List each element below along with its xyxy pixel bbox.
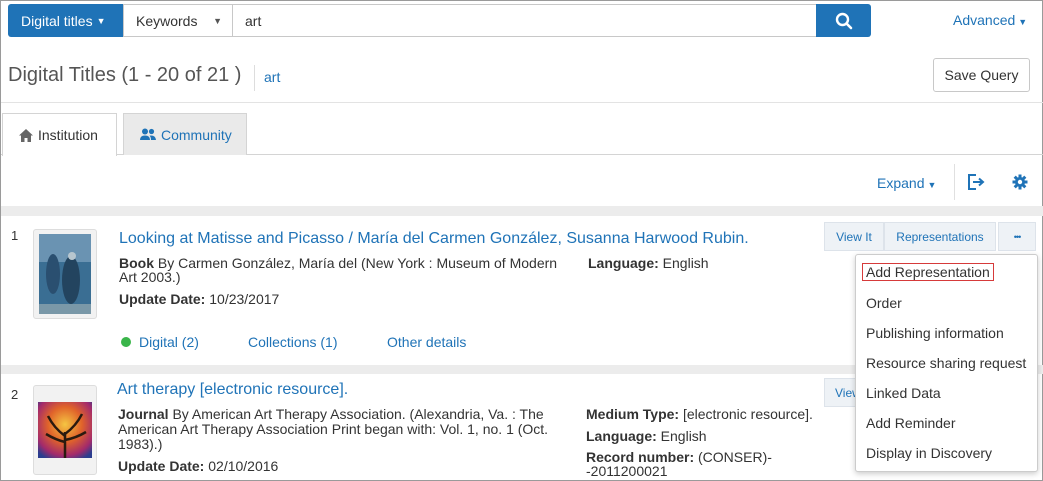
separator-band	[1, 206, 1043, 216]
page-title: Digital Titles (1 - 20 of 21 )	[8, 64, 242, 86]
medium-type-label: Medium Type:	[586, 406, 680, 422]
caret-down-icon: ▼	[213, 15, 222, 26]
tab-label: Institution	[38, 127, 98, 143]
other-details-link[interactable]: Other details	[387, 334, 466, 350]
gear-icon[interactable]	[1012, 174, 1028, 193]
tab-institution[interactable]: Institution	[2, 113, 117, 156]
language: Language: English	[588, 255, 709, 271]
tab-community[interactable]: Community	[123, 113, 247, 155]
update-date-label: Update Date:	[119, 291, 206, 307]
save-query-button[interactable]: Save Query	[933, 58, 1030, 92]
advanced-label: Advanced	[953, 12, 1016, 28]
tab-label: Community	[161, 126, 232, 143]
update-date: Update Date: 10/23/2017	[119, 291, 279, 307]
caret-down-icon: ▼	[96, 15, 106, 26]
divider	[254, 65, 255, 91]
language: Language: English	[586, 428, 707, 444]
format-type: Journal	[118, 406, 169, 422]
result-title-link[interactable]: Looking at Matisse and Picasso / María d…	[119, 230, 749, 248]
advanced-search-link[interactable]: Advanced ▼	[953, 12, 1027, 28]
representations-button[interactable]: Representations	[884, 222, 996, 251]
query-tag-link[interactable]: art	[264, 69, 280, 85]
search-input[interactable]	[232, 4, 817, 37]
book-cover-image	[39, 234, 91, 314]
result-index: 1	[11, 228, 19, 243]
result-thumbnail[interactable]	[33, 229, 97, 319]
divider	[954, 164, 955, 200]
search-icon	[835, 12, 852, 29]
search-field-label: Keywords	[136, 12, 198, 29]
expand-dropdown[interactable]: Expand ▼	[877, 175, 936, 191]
menu-item-linked-data[interactable]: Linked Data	[866, 385, 941, 401]
expand-label: Expand	[877, 175, 925, 191]
medium-type-value: [electronic resource].	[679, 406, 813, 422]
more-actions-button[interactable]: •••	[998, 222, 1036, 251]
menu-item-resource-sharing-request[interactable]: Resource sharing request	[866, 355, 1026, 371]
menu-item-display-in-discovery[interactable]: Display in Discovery	[866, 445, 992, 461]
home-icon	[19, 128, 33, 142]
divider	[1, 102, 1043, 103]
language-label: Language:	[586, 428, 657, 444]
result-thumbnail[interactable]	[33, 385, 97, 475]
description-line: Art 2003.)	[119, 269, 181, 285]
update-date: Update Date: 02/10/2016	[118, 458, 278, 474]
availability-dot-icon	[121, 337, 131, 347]
view-it-button[interactable]: View It	[824, 222, 884, 251]
record-number-continued: -2011200021	[586, 463, 668, 479]
collections-link[interactable]: Collections (1)	[248, 334, 337, 350]
description-line: By American Art Therapy Association. (Al…	[168, 406, 544, 422]
more-actions-menu: Add Representation Order Publishing info…	[855, 254, 1038, 472]
result-description: Book By Carmen González, María del (New …	[119, 255, 557, 271]
language-value: English	[658, 255, 709, 271]
record-number-value: (CONSER)-	[694, 449, 772, 465]
users-icon	[140, 128, 156, 140]
caret-down-icon: ▼	[1018, 17, 1028, 27]
description-line: 1983).)	[118, 436, 163, 452]
export-icon[interactable]	[967, 174, 985, 193]
update-date-label: Update Date:	[118, 458, 205, 474]
search-type-label: Digital titles	[21, 12, 93, 29]
update-date-value: 02/10/2016	[204, 458, 279, 474]
language-label: Language:	[588, 255, 659, 271]
description-line: By Carmen González, María del (New York …	[154, 255, 558, 271]
menu-item-add-representation[interactable]: Add Representation	[862, 263, 994, 281]
result-title-link[interactable]: Art therapy [electronic resource].	[117, 381, 348, 399]
result-description: Journal By American Art Therapy Associat…	[118, 406, 544, 422]
menu-item-add-reminder[interactable]: Add Reminder	[866, 415, 956, 431]
search-field-dropdown[interactable]: Keywords ▼	[123, 4, 233, 37]
update-date-value: 10/23/2017	[205, 291, 280, 307]
search-type-dropdown[interactable]: Digital titles ▼	[8, 4, 123, 37]
menu-item-publishing-information[interactable]: Publishing information	[866, 325, 1004, 341]
caret-down-icon: ▼	[927, 180, 937, 190]
digital-link[interactable]: Digital (2)	[139, 334, 199, 350]
search-button[interactable]	[816, 4, 871, 37]
description-line: American Art Therapy Association Print b…	[118, 421, 549, 437]
language-value: English	[656, 428, 707, 444]
journal-cover-image	[38, 402, 92, 458]
result-index: 2	[11, 387, 19, 402]
menu-item-order[interactable]: Order	[866, 295, 902, 311]
medium-type: Medium Type: [electronic resource].	[586, 406, 813, 422]
